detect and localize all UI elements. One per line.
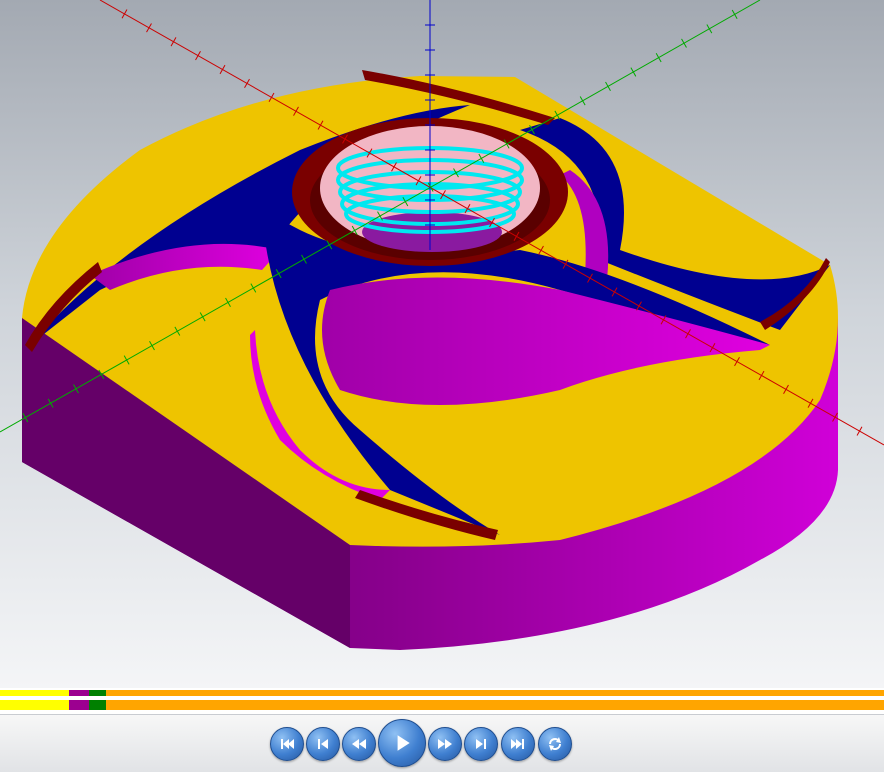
axis-tick xyxy=(121,9,128,19)
axis-tick xyxy=(605,81,611,91)
playback-toolbar xyxy=(0,714,884,772)
fast-forward-button[interactable] xyxy=(428,727,462,761)
axis-tick xyxy=(579,96,586,106)
step-forward-icon xyxy=(476,739,486,749)
3d-viewport[interactable] xyxy=(0,0,884,688)
skip-start-icon xyxy=(281,739,294,749)
step-forward-button[interactable] xyxy=(464,727,498,761)
axis-tick xyxy=(170,37,177,47)
rewind-icon xyxy=(352,739,366,749)
axis-tick xyxy=(219,64,226,75)
rewind-button[interactable] xyxy=(342,727,376,761)
axis-tick xyxy=(655,53,662,63)
axis-tick xyxy=(681,38,687,48)
axis-tick xyxy=(731,9,738,19)
segment-orange[interactable] xyxy=(106,690,884,696)
part-render xyxy=(0,0,884,650)
timeline[interactable] xyxy=(0,688,884,714)
segment-orange[interactable] xyxy=(106,700,884,710)
step-back-icon xyxy=(318,739,328,749)
axis-tick xyxy=(856,426,863,436)
axis-tick xyxy=(706,24,713,34)
play-icon xyxy=(397,735,410,751)
axis-tick xyxy=(195,51,201,61)
step-back-button[interactable] xyxy=(306,727,340,761)
axis-tick xyxy=(630,67,637,77)
segment-purple[interactable] xyxy=(68,700,90,710)
axis-tick xyxy=(244,78,250,89)
axis-tick xyxy=(146,23,152,33)
segment-purple[interactable] xyxy=(68,690,90,696)
skip-to-end-button[interactable] xyxy=(501,727,535,761)
fast-forward-icon xyxy=(438,739,452,749)
segment-yellow[interactable] xyxy=(0,700,69,710)
loop-icon xyxy=(549,737,561,751)
segment-yellow[interactable] xyxy=(0,690,69,696)
segment-green[interactable] xyxy=(89,690,107,696)
timeline-track-1[interactable] xyxy=(0,690,884,696)
segment-green[interactable] xyxy=(89,700,107,710)
skip-to-start-button[interactable] xyxy=(270,727,304,761)
loop-button[interactable] xyxy=(538,727,572,761)
play-button[interactable] xyxy=(378,719,426,767)
timeline-track-2[interactable] xyxy=(0,700,884,710)
skip-end-icon xyxy=(511,739,524,749)
